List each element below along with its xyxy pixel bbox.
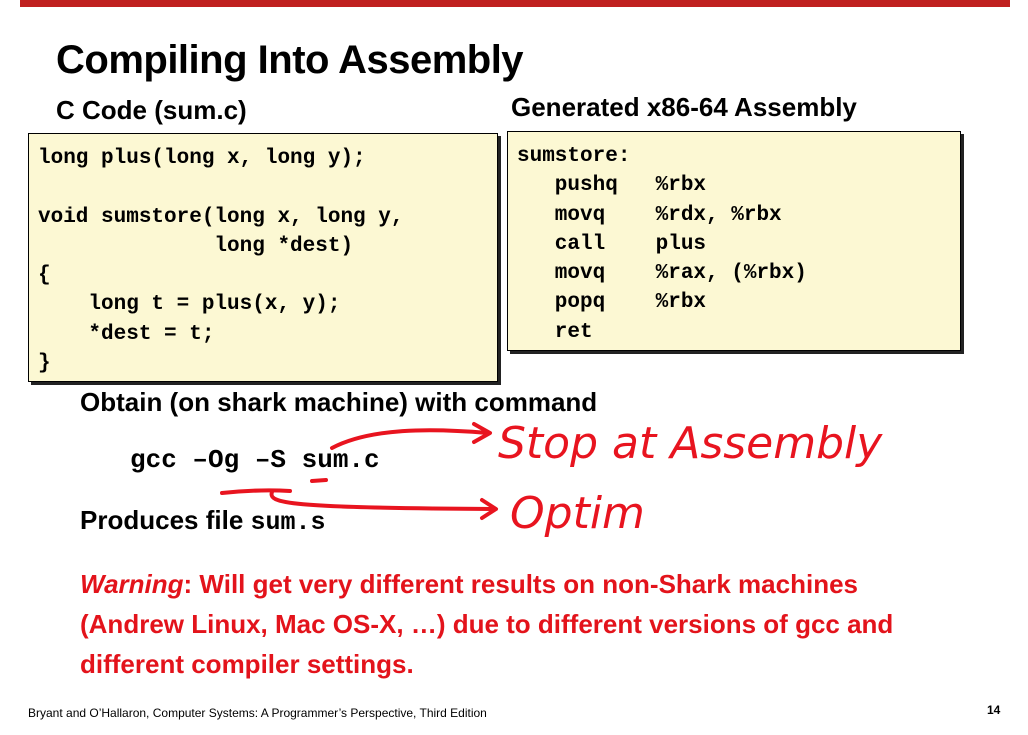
warning-paragraph: Warning: Will get very different results…: [80, 564, 900, 684]
command-line: gcc –Og –S sum.c: [130, 445, 380, 475]
assembly-code-text: sumstore: pushq %rbx movq %rdx, %rbx cal…: [517, 145, 807, 344]
footer-citation: Bryant and O’Hallaron, Computer Systems:…: [28, 706, 487, 720]
produces-filename: sum.s: [250, 508, 326, 537]
ink-underline-og: [220, 488, 292, 495]
ink-arrowhead-optim: [480, 498, 498, 520]
produces-line: Produces file sum.s: [80, 505, 326, 537]
top-accent-bar: [20, 0, 1010, 7]
assembly-label: Generated x86-64 Assembly: [511, 92, 857, 122]
c-code-label: C Code (sum.c): [56, 95, 247, 125]
slide-title: Compiling Into Assembly: [56, 38, 524, 82]
page-number: 14: [987, 703, 1001, 717]
command-heading: Obtain (on shark machine) with command: [80, 387, 598, 417]
ink-underline-s: [310, 478, 328, 483]
c-code-box: long plus(long x, long y); void sumstore…: [28, 133, 498, 382]
assembly-code-box: sumstore: pushq %rbx movq %rdx, %rbx cal…: [507, 131, 961, 351]
ink-note-optim: Optim: [510, 488, 645, 539]
produces-text: Produces file: [80, 505, 251, 535]
ink-arrowhead-stop: [472, 422, 492, 444]
warning-text: : Will get very different results on non…: [80, 569, 894, 679]
c-code-text: long plus(long x, long y); void sumstore…: [38, 147, 404, 376]
ink-note-stop-at-assembly: Stop at Assembly: [498, 418, 883, 469]
warning-word: Warning: [80, 569, 184, 599]
